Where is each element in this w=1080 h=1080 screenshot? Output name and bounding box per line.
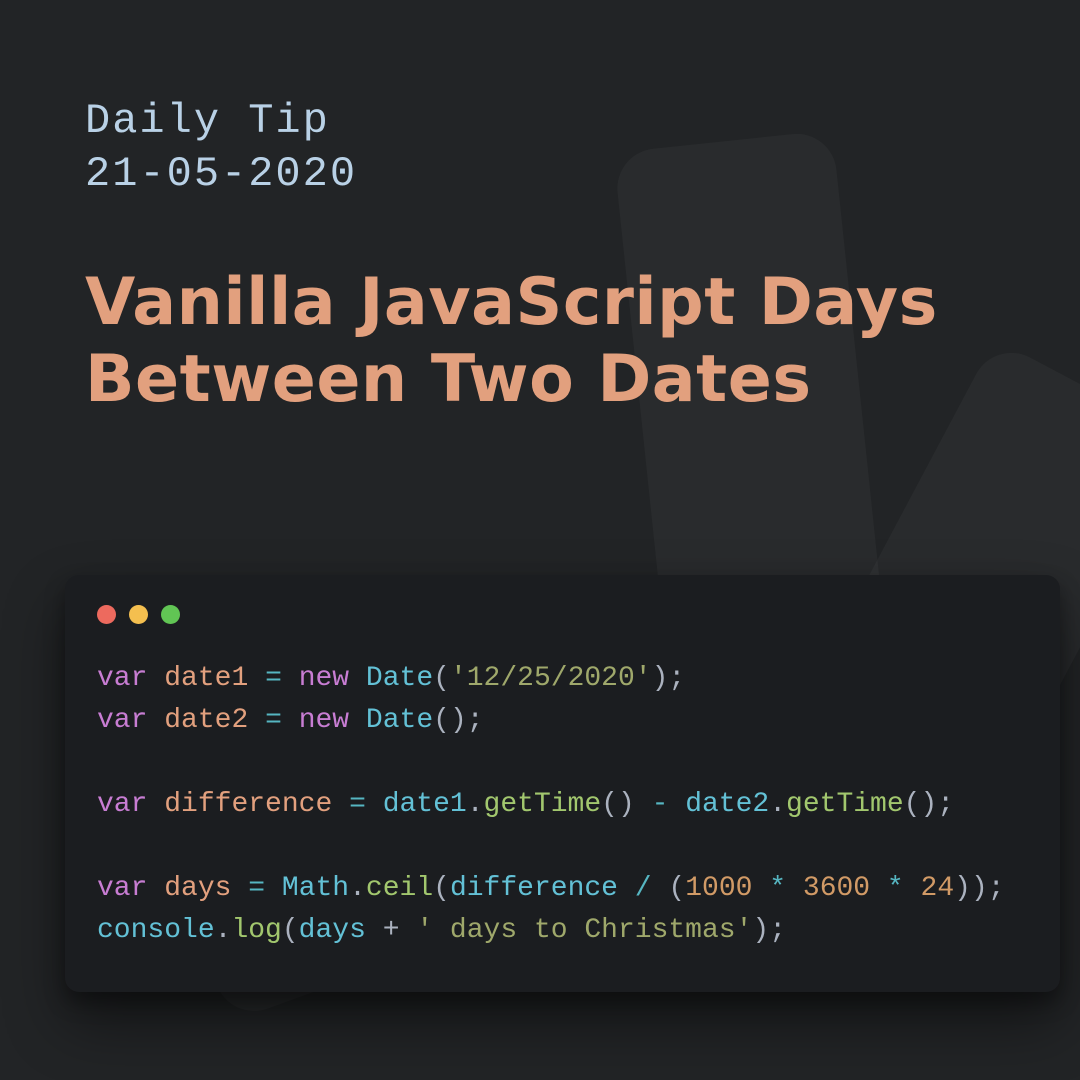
eyebrow-line-1: Daily Tip [85, 95, 995, 148]
window-close-icon [97, 605, 116, 624]
eyebrow-line-2: 21-05-2020 [85, 148, 995, 201]
page-title: Vanilla JavaScript Days Between Two Date… [85, 265, 995, 418]
window-zoom-icon [161, 605, 180, 624]
code-block: var date1 = new Date('12/25/2020'); var … [97, 658, 1028, 952]
code-window: var date1 = new Date('12/25/2020'); var … [65, 575, 1060, 992]
window-traffic-lights [97, 605, 1028, 624]
window-minimize-icon [129, 605, 148, 624]
eyebrow: Daily Tip 21-05-2020 [85, 95, 995, 200]
